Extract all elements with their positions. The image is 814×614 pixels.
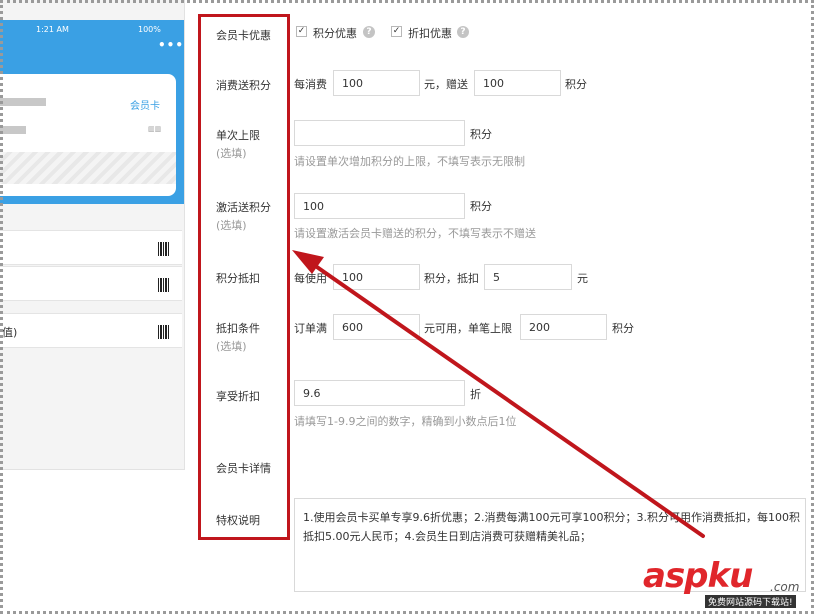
annotation-arrow (292, 250, 705, 538)
watermark-logo: aspku (643, 556, 753, 596)
watermark-caption: 免费网站源码下载站! (705, 595, 796, 608)
watermark-domain: .com (770, 580, 800, 594)
arrow-shaft (302, 256, 705, 538)
